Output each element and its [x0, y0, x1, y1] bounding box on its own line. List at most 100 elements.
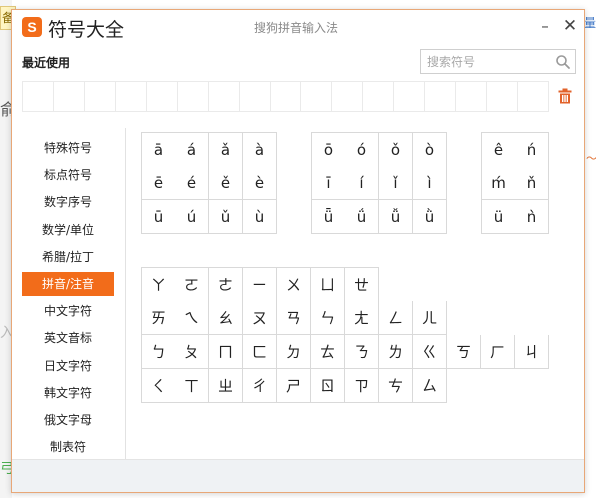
recent-symbol-slot[interactable]: [487, 82, 518, 111]
symbol-cell[interactable]: ㄠ: [209, 301, 243, 335]
recent-symbol-slot[interactable]: [332, 82, 364, 111]
symbol-cell[interactable]: é: [175, 166, 209, 200]
symbol-cell[interactable]: à: [243, 132, 277, 167]
recent-symbol-slot[interactable]: [518, 82, 548, 111]
symbol-cell[interactable]: ㄇ: [209, 335, 243, 369]
symbol-cell[interactable]: ǖ: [311, 200, 346, 234]
symbol-cell[interactable]: ㄘ: [379, 369, 413, 403]
recent-symbol-slot[interactable]: [271, 82, 302, 111]
symbol-cell[interactable]: ō: [311, 132, 346, 167]
symbol-cell[interactable]: ㄨ: [277, 267, 311, 302]
symbol-cell[interactable]: ㄡ: [243, 301, 277, 335]
symbol-cell[interactable]: ǔ: [209, 200, 243, 234]
symbol-cell[interactable]: ě: [209, 166, 243, 200]
category-item[interactable]: 日文字符: [22, 354, 114, 378]
symbol-cell[interactable]: ī: [311, 166, 346, 200]
symbol-cell[interactable]: ㄆ: [175, 335, 209, 369]
symbol-cell[interactable]: ㄏ: [481, 335, 515, 369]
category-item[interactable]: 中文字符: [22, 299, 114, 323]
trash-icon[interactable]: [558, 88, 572, 104]
symbol-cell[interactable]: ㄝ: [345, 267, 379, 302]
symbol-cell[interactable]: ㄙ: [413, 369, 447, 403]
symbol-cell[interactable]: á: [175, 132, 209, 167]
symbol-cell[interactable]: ㄅ: [141, 335, 176, 369]
symbol-cell[interactable]: ㄩ: [311, 267, 345, 302]
category-item[interactable]: 数字序号: [22, 190, 114, 214]
recent-symbol-slot[interactable]: [394, 82, 426, 111]
symbol-cell[interactable]: ü: [481, 200, 516, 234]
recent-symbol-slot[interactable]: [363, 82, 395, 111]
symbol-cell[interactable]: ㄌ: [379, 335, 413, 369]
symbol-cell[interactable]: ǘ: [345, 200, 379, 234]
recent-symbol-slot[interactable]: [116, 82, 147, 111]
symbol-cell[interactable]: ㄉ: [277, 335, 311, 369]
symbol-cell[interactable]: ㄛ: [175, 267, 209, 302]
symbol-cell[interactable]: ň: [515, 166, 549, 200]
category-item[interactable]: 制表符: [22, 435, 114, 459]
recent-symbol-slot[interactable]: [301, 82, 333, 111]
symbol-cell[interactable]: ㄜ: [209, 267, 243, 302]
symbol-cell[interactable]: ó: [345, 132, 379, 167]
category-item[interactable]: 标点符号: [22, 163, 114, 187]
symbol-cell[interactable]: è: [243, 166, 277, 200]
search-icon[interactable]: [555, 54, 571, 70]
symbol-cell[interactable]: ㄎ: [447, 335, 481, 369]
symbol-cell[interactable]: í: [345, 166, 379, 200]
title-bar[interactable]: S 符号大全 搜狗拼音输入法 – ✕: [12, 10, 584, 44]
symbol-cell[interactable]: ê: [481, 132, 516, 167]
recent-symbol-slot[interactable]: [240, 82, 271, 111]
recent-symbol-slot[interactable]: [178, 82, 209, 111]
symbol-cell[interactable]: ㄑ: [141, 369, 176, 403]
symbol-cell[interactable]: ǹ: [515, 200, 549, 234]
symbol-cell[interactable]: ㄊ: [311, 335, 345, 369]
symbol-cell[interactable]: ē: [141, 166, 176, 200]
symbol-cell[interactable]: ㄥ: [379, 301, 413, 335]
category-item-active[interactable]: 拼音/注音: [22, 272, 114, 296]
symbol-cell[interactable]: ㄞ: [141, 301, 176, 335]
category-item[interactable]: 韩文字符: [22, 381, 114, 405]
symbol-cell[interactable]: ń: [515, 132, 549, 167]
category-item[interactable]: 英文音标: [22, 326, 114, 350]
symbol-cell[interactable]: ǜ: [413, 200, 447, 234]
close-button[interactable]: ✕: [561, 16, 579, 36]
category-item[interactable]: 希腊/拉丁: [22, 245, 114, 269]
recent-symbol-slot[interactable]: [54, 82, 85, 111]
symbol-cell[interactable]: ㄐ: [515, 335, 549, 369]
symbol-cell[interactable]: ǎ: [209, 132, 243, 167]
category-item[interactable]: 俄文字母: [22, 408, 114, 432]
recent-symbol-slot[interactable]: [147, 82, 178, 111]
symbol-cell[interactable]: ㄍ: [413, 335, 447, 369]
recent-symbol-slot[interactable]: [23, 82, 54, 111]
symbol-cell[interactable]: ǒ: [379, 132, 413, 167]
recent-symbol-slot[interactable]: [456, 82, 488, 111]
symbol-cell[interactable]: ㄤ: [345, 301, 379, 335]
recent-symbol-slot[interactable]: [209, 82, 240, 111]
symbol-cell[interactable]: ㄕ: [277, 369, 311, 403]
symbol-cell[interactable]: ㄖ: [311, 369, 345, 403]
minimize-button[interactable]: –: [536, 16, 554, 36]
category-item[interactable]: 数学/单位: [22, 218, 114, 242]
recent-symbol-slot[interactable]: [425, 82, 457, 111]
symbol-cell[interactable]: ㄢ: [277, 301, 311, 335]
symbol-cell[interactable]: ū: [141, 200, 176, 234]
category-item[interactable]: 特殊符号: [22, 136, 114, 160]
symbol-cell[interactable]: ú: [175, 200, 209, 234]
symbol-cell[interactable]: ㄣ: [311, 301, 345, 335]
symbol-cell[interactable]: ㄒ: [175, 369, 209, 403]
symbol-cell[interactable]: ㄈ: [243, 335, 277, 369]
symbol-cell[interactable]: ㄟ: [175, 301, 209, 335]
symbol-cell[interactable]: ㄧ: [243, 267, 277, 302]
symbol-cell[interactable]: ㄚ: [141, 267, 176, 302]
symbol-cell[interactable]: ā: [141, 132, 176, 167]
symbol-cell[interactable]: ǚ: [379, 200, 413, 234]
symbol-cell[interactable]: ㄔ: [243, 369, 277, 403]
symbol-cell[interactable]: ḿ: [481, 166, 516, 200]
symbol-cell[interactable]: ㄦ: [413, 301, 447, 335]
symbol-cell[interactable]: ǐ: [379, 166, 413, 200]
symbol-cell[interactable]: ò: [413, 132, 447, 167]
symbol-cell[interactable]: ì: [413, 166, 447, 200]
recent-symbol-slot[interactable]: [85, 82, 116, 111]
symbol-cell[interactable]: ㄗ: [345, 369, 379, 403]
symbol-cell[interactable]: ㄓ: [209, 369, 243, 403]
symbol-cell[interactable]: ù: [243, 200, 277, 234]
